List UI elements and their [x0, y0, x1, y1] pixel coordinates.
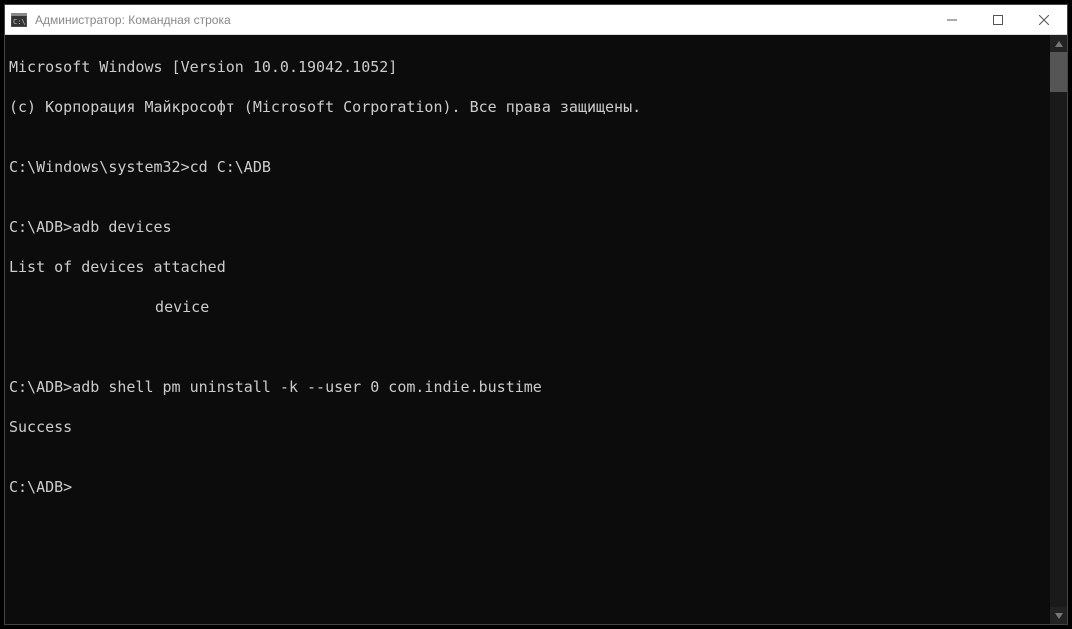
device-suffix: device	[137, 298, 209, 316]
svg-text:C:\: C:\	[13, 18, 26, 26]
terminal-line: C:\ADB>	[9, 477, 1046, 497]
titlebar[interactable]: C:\ Администратор: Командная строка	[5, 5, 1067, 35]
vertical-scrollbar[interactable]	[1050, 35, 1067, 624]
terminal-output[interactable]: Microsoft Windows [Version 10.0.19042.10…	[5, 35, 1050, 624]
terminal-line: C:\Windows\system32>cd C:\ADB	[9, 157, 1046, 177]
terminal-line: List of devices attached	[9, 257, 1046, 277]
scroll-thumb[interactable]	[1050, 52, 1067, 92]
scroll-up-button[interactable]	[1050, 35, 1067, 52]
cmd-icon: C:\	[11, 12, 27, 28]
window-title: Администратор: Командная строка	[35, 13, 231, 27]
redacted-device-id	[9, 298, 137, 314]
scroll-track[interactable]	[1050, 52, 1067, 607]
close-button[interactable]	[1021, 5, 1067, 34]
window-controls	[929, 5, 1067, 34]
cmd-window: C:\ Администратор: Командная строка Micr…	[4, 4, 1068, 625]
terminal-line: C:\ADB>adb devices	[9, 217, 1046, 237]
terminal-line: (c) Корпорация Майкрософт (Microsoft Cor…	[9, 97, 1046, 117]
terminal-line: Success	[9, 417, 1046, 437]
maximize-button[interactable]	[975, 5, 1021, 34]
terminal-line: Microsoft Windows [Version 10.0.19042.10…	[9, 57, 1046, 77]
minimize-button[interactable]	[929, 5, 975, 34]
terminal-line: C:\ADB>adb shell pm uninstall -k --user …	[9, 377, 1046, 397]
scroll-down-button[interactable]	[1050, 607, 1067, 624]
terminal-line: device	[9, 297, 1046, 317]
